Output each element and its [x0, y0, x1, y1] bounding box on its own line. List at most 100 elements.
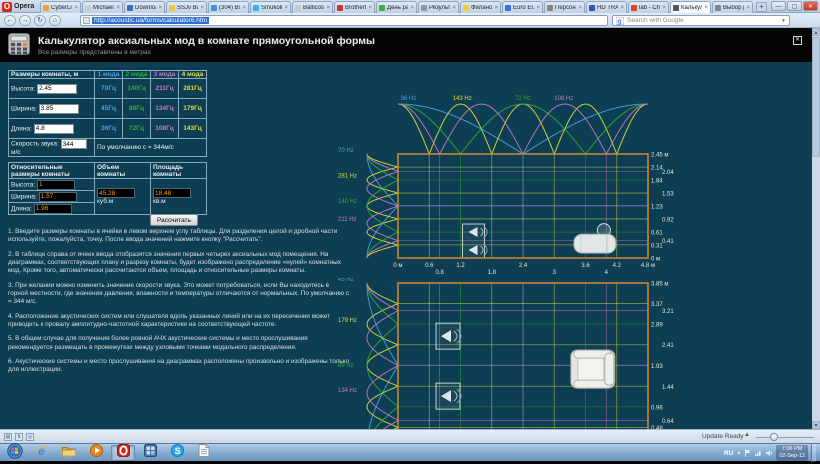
- tab-close-icon[interactable]: ×: [116, 5, 120, 11]
- dimension-input[interactable]: [34, 124, 74, 134]
- app-grid-icon: [144, 444, 157, 462]
- tab-close-icon[interactable]: ×: [74, 5, 78, 11]
- taskbar-clock[interactable]: 7:06 PM 02-Sep-12: [776, 445, 808, 461]
- dimension-input[interactable]: [37, 84, 77, 94]
- browser-tab[interactable]: Brotherh...×: [334, 1, 375, 13]
- browser-tab[interactable]: CyberLin...×: [40, 1, 81, 13]
- volume-icon[interactable]: [765, 449, 773, 457]
- browser-tab[interactable]: Персона...×: [544, 1, 585, 13]
- y-tick-label: 3.85 м: [651, 282, 668, 288]
- taskbar-button-ie[interactable]: e: [30, 445, 54, 461]
- show-desktop-button[interactable]: [811, 444, 816, 462]
- tab-close-icon[interactable]: ×: [704, 5, 708, 11]
- tab-close-icon[interactable]: ×: [494, 5, 498, 11]
- taskbar-button-opera[interactable]: [111, 445, 135, 461]
- new-tab-button[interactable]: +: [756, 2, 767, 12]
- dimension-label: Длина:: [11, 125, 34, 132]
- reload-button[interactable]: ↻: [34, 15, 46, 26]
- dimension-input[interactable]: [39, 104, 79, 114]
- browser-tab[interactable]: Euro EUR ...×: [502, 1, 543, 13]
- tab-close-icon[interactable]: ×: [536, 5, 540, 11]
- url-field[interactable]: http://acoustic.ua/forms/calculator6.htm: [80, 15, 608, 26]
- minimize-button[interactable]: —: [771, 1, 786, 11]
- tab-title: Филанов...: [471, 5, 492, 11]
- tab-close-icon[interactable]: ×: [746, 5, 750, 11]
- x-tick-label: 0.8: [435, 270, 444, 276]
- maximize-button[interactable]: ▢: [787, 1, 802, 11]
- browser-tab[interactable]: Michael ...×: [82, 1, 123, 13]
- browser-tab[interactable]: HD TRA...×: [586, 1, 627, 13]
- relative-value[interactable]: [34, 204, 72, 214]
- browser-tab[interactable]: Филанов...×: [460, 1, 501, 13]
- tab-title: Downloa...: [135, 5, 156, 11]
- taskbar-button-app-grid[interactable]: [138, 445, 162, 461]
- span-mode-frequency-label: 281 Hz: [338, 173, 357, 179]
- relative-value[interactable]: [37, 180, 75, 190]
- tab-close-icon[interactable]: ×: [368, 5, 372, 11]
- browser-tab[interactable]: Downloa...×: [124, 1, 165, 13]
- network-icon[interactable]: [754, 449, 762, 457]
- taskbar-button-wmp[interactable]: [84, 445, 108, 461]
- panels-toggle-icon[interactable]: ▤: [4, 433, 12, 441]
- banner-close-icon[interactable]: ✕: [793, 36, 802, 45]
- x-tick-label: 4: [605, 270, 609, 276]
- zoom-slider-track[interactable]: [756, 437, 814, 438]
- browser-tab[interactable]: Калькул...×: [670, 1, 711, 13]
- search-dropdown-icon[interactable]: ▼: [781, 18, 786, 24]
- tab-close-icon[interactable]: ×: [662, 5, 666, 11]
- scrollbar-thumb[interactable]: [812, 37, 820, 157]
- action-center-icon[interactable]: [744, 449, 751, 457]
- tab-favicon: [673, 5, 679, 11]
- browser-tab[interactable]: (304) Вхо...×: [208, 1, 249, 13]
- tab-close-icon[interactable]: ×: [158, 5, 162, 11]
- page-scrollbar[interactable]: ▲ ▼: [812, 28, 820, 429]
- browser-tab[interactable]: Balticosa...×: [292, 1, 333, 13]
- zoom-slider-thumb[interactable]: [770, 433, 778, 441]
- search-field[interactable]: g Search with Google ▼: [612, 15, 790, 26]
- language-indicator[interactable]: RU: [724, 450, 733, 457]
- opera-icon: [117, 444, 130, 462]
- sync-icon[interactable]: ⇅: [15, 433, 23, 441]
- area-value[interactable]: [153, 188, 191, 198]
- home-button[interactable]: ⌂: [49, 15, 61, 26]
- close-button[interactable]: ✕: [803, 1, 818, 11]
- taskbar-button-skype[interactable]: S: [165, 445, 189, 461]
- tab-favicon: [421, 5, 427, 11]
- tab-close-icon[interactable]: ×: [620, 5, 624, 11]
- taskbar-button-explorer[interactable]: [57, 445, 81, 461]
- mode-frequency: 179Гц: [179, 99, 207, 119]
- x-tick-label: 0.6: [425, 263, 434, 269]
- browser-tab[interactable]: Smukoli...×: [250, 1, 291, 13]
- y-tick-label: 0.64: [662, 419, 674, 425]
- tab-close-icon[interactable]: ×: [284, 5, 288, 11]
- speed-input[interactable]: [61, 139, 87, 149]
- tab-close-icon[interactable]: ×: [410, 5, 414, 11]
- volume-value[interactable]: [97, 188, 135, 198]
- scroll-up-icon[interactable]: ▲: [812, 28, 820, 36]
- tray-expand-icon[interactable]: ▲: [736, 450, 741, 456]
- browser-tab[interactable]: Результа...×: [418, 1, 459, 13]
- tab-close-icon[interactable]: ×: [200, 5, 204, 11]
- speed-label: Скорость звука:: [11, 141, 61, 148]
- browser-tab[interactable]: lab - Chi...×: [628, 1, 669, 13]
- relative-value[interactable]: [39, 192, 77, 202]
- calculate-button[interactable]: Рассчитать: [150, 214, 198, 226]
- opera-menu-button[interactable]: O Opera: [2, 1, 34, 12]
- tab-close-icon[interactable]: ×: [242, 5, 246, 11]
- svg-text:e: e: [38, 444, 45, 458]
- taskbar-button-notes[interactable]: [192, 445, 216, 461]
- tab-title: SSJv Bas...: [177, 5, 198, 11]
- browser-tab[interactable]: День ра...×: [376, 1, 417, 13]
- browser-tab[interactable]: SSJv Bas...×: [166, 1, 207, 13]
- scroll-down-icon[interactable]: ▼: [812, 421, 820, 429]
- start-button[interactable]: [3, 445, 27, 461]
- browser-tab[interactable]: Выбор р...×: [712, 1, 753, 13]
- zoom-menu-icon[interactable]: ▲: [744, 432, 750, 438]
- turbo-icon[interactable]: ◎: [26, 433, 34, 441]
- forward-button[interactable]: →: [19, 15, 31, 26]
- update-ready-label[interactable]: Update Ready: [702, 433, 744, 440]
- tab-close-icon[interactable]: ×: [326, 5, 330, 11]
- tab-close-icon[interactable]: ×: [578, 5, 582, 11]
- tab-close-icon[interactable]: ×: [452, 5, 456, 11]
- back-button[interactable]: ←: [4, 15, 16, 26]
